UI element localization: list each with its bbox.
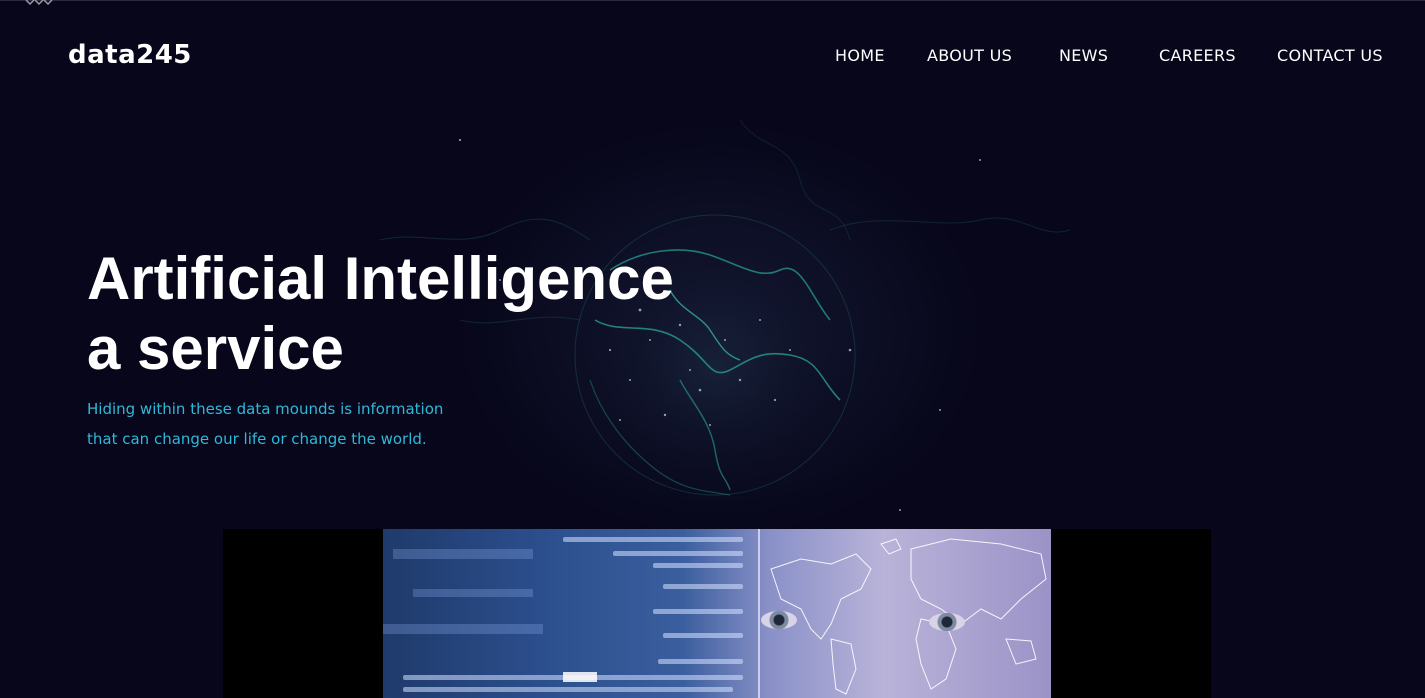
nav-contact-link[interactable]: CONTACT US <box>1277 46 1383 65</box>
hero-subtitle-line-1: Hiding within these data mounds is infor… <box>87 400 444 418</box>
hero-title-line-1: Artificial Intelligence <box>87 245 674 312</box>
nav-careers-link[interactable]: CAREERS <box>1159 46 1236 65</box>
video-thumbnail[interactable] <box>383 529 1051 698</box>
face-graphic <box>761 529 1051 698</box>
code-overlay-graphic <box>383 529 760 698</box>
nav-news-link[interactable]: NEWS <box>1059 46 1108 65</box>
world-map-overlay-graphic <box>770 538 1047 695</box>
left-eye-graphic <box>761 611 797 629</box>
hero-title: Artificial Intelligence a service <box>87 244 674 384</box>
hero-title-line-2: a service <box>87 315 344 382</box>
right-eye-graphic <box>929 613 965 631</box>
nav-home-link[interactable]: HOME <box>835 46 885 65</box>
main-nav: HOME ABOUT US NEWS CAREERS CONTACT US <box>0 46 1425 70</box>
corner-diamonds-icon <box>25 0 53 6</box>
hero-subtitle: Hiding within these data mounds is infor… <box>87 394 443 454</box>
page: data245 HOME ABOUT US NEWS CAREERS CONTA… <box>0 0 1425 698</box>
top-border <box>0 0 1425 1</box>
hero-subtitle-line-2: that can change our life or change the w… <box>87 430 427 448</box>
nav-about-link[interactable]: ABOUT US <box>927 46 1012 65</box>
video-player[interactable] <box>223 529 1211 698</box>
